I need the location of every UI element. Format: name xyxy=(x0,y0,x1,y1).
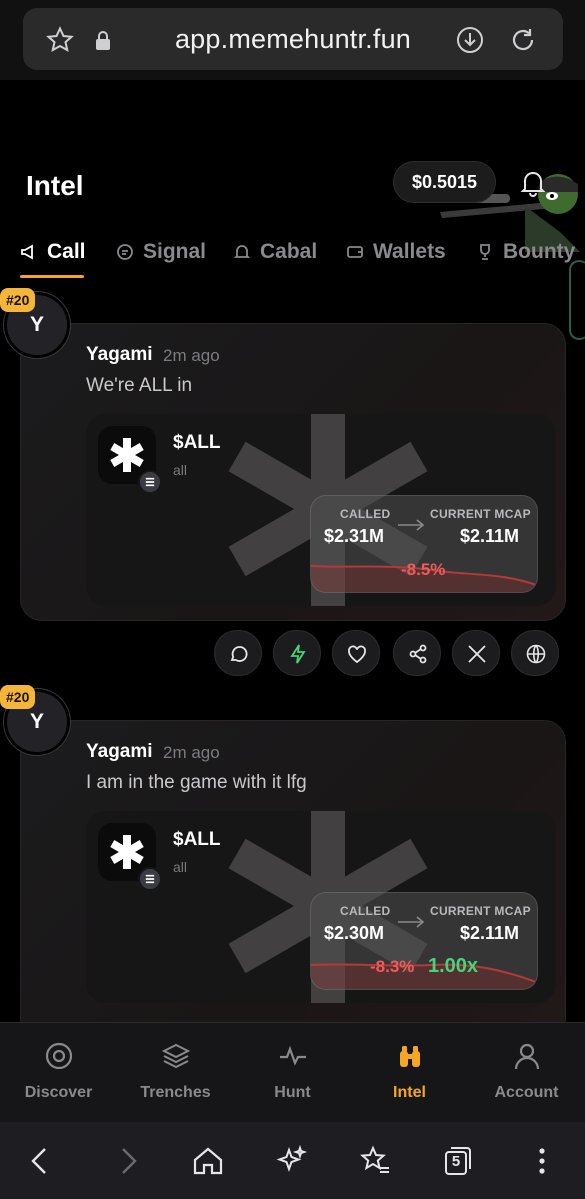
target-icon xyxy=(45,1042,73,1070)
comment-button[interactable] xyxy=(214,630,262,676)
nav-label: Discover xyxy=(24,1084,93,1101)
called-value: $2.30M xyxy=(324,923,385,943)
token-card[interactable]: $ALL all CALLED $2.30M CURRENT MCAP $2.1… xyxy=(86,811,556,1003)
binoculars-icon xyxy=(400,1046,420,1067)
intel-tabs: Call Signal Cabal Wallets Bounty xyxy=(0,225,585,279)
called-label: CALLED xyxy=(340,507,391,521)
multiplier: 1.00x xyxy=(428,955,479,977)
mcap-change: -8.5% xyxy=(401,560,446,579)
bookmarks-icon[interactable] xyxy=(358,1144,392,1178)
tab-label: Signal xyxy=(143,240,207,263)
token-name: all xyxy=(173,462,188,478)
bell-icon xyxy=(233,245,251,258)
current-mcap-label: CURRENT MCAP xyxy=(430,507,531,521)
post-card[interactable]: Yagami 2m ago We're ALL in $ALL all CALL… xyxy=(20,323,566,621)
user-icon xyxy=(514,1043,540,1070)
post-time: 2m ago xyxy=(163,743,220,762)
nav-label: Hunt xyxy=(274,1084,311,1101)
token-name: all xyxy=(173,859,188,875)
tab-label: Call xyxy=(47,240,86,263)
x-icon xyxy=(468,645,486,663)
nav-label: Account xyxy=(494,1084,559,1101)
mcap-stats: CALLED $2.31M CURRENT MCAP $2.11M -8.5% xyxy=(310,495,538,593)
like-button[interactable] xyxy=(332,630,380,676)
current-mcap-label: CURRENT MCAP xyxy=(430,904,531,918)
active-tab-indicator xyxy=(20,275,84,278)
token-price-pill[interactable]: $0.5015 xyxy=(393,161,496,203)
address-bar[interactable]: app.memehuntr.fun xyxy=(23,8,563,70)
token-card[interactable]: $ALL all CALLED $2.31M CURRENT MCAP $2.1… xyxy=(86,414,556,606)
intel-feed: Yagami 2m ago We're ALL in $ALL all CALL… xyxy=(0,280,585,1022)
price-sparkline xyxy=(311,963,537,989)
tab-label: Wallets xyxy=(373,240,446,263)
mcap-change: -8.3% xyxy=(370,957,415,976)
called-value: $2.31M xyxy=(324,526,385,546)
tab-cabal[interactable]: Cabal xyxy=(233,225,317,279)
more-menu-icon[interactable] xyxy=(525,1144,559,1178)
comment-icon xyxy=(230,646,248,662)
nav-label: Intel xyxy=(393,1084,426,1101)
current-mcap-value: $2.11M xyxy=(460,923,520,943)
layers-icon xyxy=(161,1043,191,1069)
website-button[interactable] xyxy=(511,630,559,676)
home-icon[interactable] xyxy=(191,1144,225,1178)
token-ticker: $ALL xyxy=(173,829,221,850)
arrow-right-icon xyxy=(398,519,425,531)
chat-icon xyxy=(117,244,133,260)
browser-toolbar: app.memehuntr.fun xyxy=(0,0,585,80)
rank-badge: #20 xyxy=(0,685,36,709)
nav-discover[interactable]: Discover xyxy=(0,1023,117,1123)
nav-label: Trenches xyxy=(140,1084,211,1101)
called-label: CALLED xyxy=(340,904,391,918)
nav-trenches[interactable]: Trenches xyxy=(117,1023,234,1123)
forward-icon[interactable] xyxy=(110,1144,144,1178)
download-icon[interactable] xyxy=(455,25,485,55)
post-card[interactable]: Yagami 2m ago I am in the game with it l… xyxy=(20,720,566,1022)
nav-intel[interactable]: Intel xyxy=(351,1023,468,1123)
bottom-nav: Discover Trenches Hunt Intel Account xyxy=(0,1022,585,1122)
trophy-icon xyxy=(480,244,490,260)
sparkle-icon[interactable] xyxy=(275,1144,309,1178)
tabs-button[interactable]: 5 xyxy=(441,1144,475,1178)
rank-badge: #20 xyxy=(0,288,36,312)
share-button[interactable] xyxy=(393,630,441,676)
arrow-right-icon xyxy=(398,916,425,928)
solana-chain-icon xyxy=(138,867,162,891)
app-header: Intel xyxy=(0,80,585,252)
page-title: Intel xyxy=(26,170,84,201)
mcap-stats: CALLED $2.30M CURRENT MCAP $2.11M -8.3% … xyxy=(310,892,538,990)
nav-account[interactable]: Account xyxy=(468,1023,585,1123)
tab-count: 5 xyxy=(451,1153,461,1170)
tab-label: Bounty xyxy=(503,240,576,263)
solana-chain-icon xyxy=(138,470,162,494)
post-message: I am in the game with it lfg xyxy=(86,772,307,793)
nav-hunt[interactable]: Hunt xyxy=(234,1023,351,1123)
heart-icon xyxy=(348,645,366,664)
globe-icon xyxy=(526,644,546,664)
post-message: We're ALL in xyxy=(86,375,193,396)
tab-label: Cabal xyxy=(260,240,318,263)
reload-icon[interactable] xyxy=(508,25,538,55)
bolt-icon xyxy=(290,644,306,664)
pulse-icon xyxy=(280,1045,306,1066)
wallet-icon xyxy=(347,246,363,258)
author-name[interactable]: Yagami xyxy=(86,344,153,366)
back-icon[interactable] xyxy=(24,1144,58,1178)
x-share-button[interactable] xyxy=(452,630,500,676)
author-name[interactable]: Yagami xyxy=(86,741,153,763)
post-time: 2m ago xyxy=(163,346,220,365)
notification-bell-icon[interactable] xyxy=(518,168,548,198)
boost-button[interactable] xyxy=(273,630,321,676)
tab-call[interactable]: Call xyxy=(20,225,86,279)
tab-wallets[interactable]: Wallets xyxy=(346,225,446,279)
share-icon xyxy=(409,644,427,664)
browser-nav-bar: 5 xyxy=(0,1122,585,1199)
tab-bounty[interactable]: Bounty xyxy=(476,225,575,279)
megaphone-icon xyxy=(21,244,33,260)
current-mcap-value: $2.11M xyxy=(460,526,520,546)
post-actions xyxy=(0,630,585,676)
token-ticker: $ALL xyxy=(173,432,221,453)
tab-signal[interactable]: Signal xyxy=(116,225,206,279)
